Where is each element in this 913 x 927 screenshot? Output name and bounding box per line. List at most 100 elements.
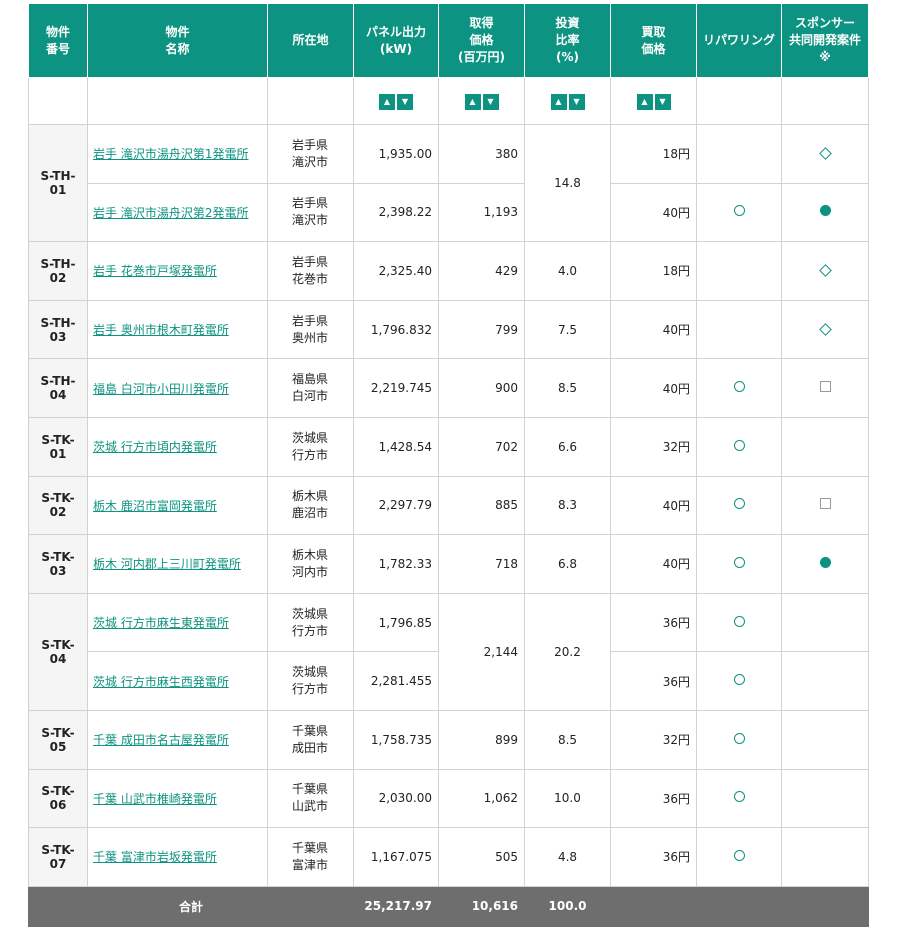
property-link[interactable]: 栃木 鹿沼市富岡発電所 — [93, 499, 217, 513]
location: 岩手県 奥州市 — [267, 299, 354, 360]
city: 鹿沼市 — [292, 506, 329, 521]
diamond-icon — [818, 322, 832, 336]
purchase-price: 18円 — [610, 241, 697, 301]
acquisition-price: 702 — [438, 416, 525, 477]
sort-asc-icon[interactable]: ▲ — [550, 93, 567, 110]
sort-fit: ▲ ▼ — [610, 77, 697, 125]
location: 福島県 白河市 — [267, 358, 354, 418]
property-link[interactable]: 茨城 行方市頃内発電所 — [93, 440, 217, 454]
portfolio-table: 物件 番号 物件 名称 所在地 パネル出力 (kW) 取得 価格 (百万円) 投資 比率 (%) 買取 価格… — [28, 3, 869, 927]
total-price: 10,616 — [438, 885, 525, 927]
investment-ratio: 14.8 — [524, 123, 611, 243]
table-row: S-TK-07 千葉 富津市岩坂発電所 千葉県 富津市 1,167.075 505 4.8 3… — [28, 827, 869, 887]
property-link[interactable]: 栃木 河内郡上三川町発電所 — [93, 557, 241, 571]
sponsor-joint — [781, 709, 869, 770]
prefecture: 茨城県 — [292, 606, 329, 621]
property-name: 福島 白河市小田川発電所 — [87, 358, 268, 418]
city: 河内市 — [292, 564, 329, 579]
prefecture: 福島県 — [292, 372, 329, 387]
sort-desc-icon[interactable]: ▼ — [654, 93, 671, 110]
prefecture: 栃木県 — [292, 489, 329, 504]
investment-ratio: 8.5 — [524, 358, 611, 418]
sort-asc-icon[interactable]: ▲ — [636, 93, 653, 110]
sponsor-joint — [781, 182, 869, 243]
property-name: 茨城 行方市頃内発電所 — [87, 416, 268, 477]
property-link[interactable]: 岩手 滝沢市湯舟沢第1発電所 — [93, 147, 248, 161]
prefecture: 茨城県 — [292, 665, 329, 680]
property-link[interactable]: 福島 白河市小田川発電所 — [93, 382, 229, 396]
property-name: 岩手 奥州市根木町発電所 — [87, 299, 268, 360]
sponsor-joint — [781, 124, 869, 184]
repowering — [696, 768, 782, 829]
panel-output: 2,398.22 — [353, 182, 439, 243]
prefecture: 岩手県 — [292, 254, 329, 269]
property-number: S-TK-05 — [28, 709, 88, 770]
property-link[interactable]: 岩手 花巻市戸塚発電所 — [93, 264, 217, 278]
purchase-price: 40円 — [610, 475, 697, 536]
property-name: 茨城 行方市麻生西発電所 — [87, 651, 268, 711]
column-header: 取得 価格 (百万円) — [438, 3, 525, 78]
panel-output: 1,782.33 — [353, 534, 439, 594]
circle-icon — [733, 381, 745, 393]
property-link[interactable]: 岩手 奥州市根木町発電所 — [93, 323, 229, 337]
sponsor-joint — [781, 299, 869, 360]
sort-asc-icon[interactable]: ▲ — [464, 93, 481, 110]
panel-output: 1,428.54 — [353, 416, 439, 477]
column-header: 買取 価格 — [610, 3, 697, 78]
sort-desc-icon[interactable]: ▼ — [568, 93, 585, 110]
column-header: パネル出力 (kW) — [353, 3, 439, 78]
table-row: S-TH-03 岩手 奥州市根木町発電所 岩手県 奥州市 1,796.832 799 7.5… — [28, 299, 869, 360]
property-number: S-TH-03 — [28, 299, 88, 360]
acquisition-price: 1,062 — [438, 768, 525, 829]
panel-output: 1,796.85 — [353, 592, 439, 653]
investment-ratio: 8.5 — [524, 709, 611, 770]
acquisition-price: 900 — [438, 358, 525, 418]
purchase-price: 18円 — [610, 124, 697, 184]
sort-desc-icon[interactable]: ▼ — [482, 93, 499, 110]
repowering — [696, 299, 782, 360]
column-header: 所在地 — [267, 3, 354, 78]
circle-icon — [733, 556, 745, 568]
panel-output: 2,219.745 — [353, 358, 439, 418]
city: 白河市 — [292, 389, 329, 404]
location: 岩手県 花巻市 — [267, 241, 354, 301]
repowering — [696, 416, 782, 477]
column-header: 物件 番号 — [28, 3, 88, 78]
prefecture: 岩手県 — [292, 137, 329, 152]
location: 栃木県 鹿沼市 — [267, 475, 354, 536]
acquisition-price: 429 — [438, 241, 525, 301]
total-row: 合計 25,217.97 10,616 100.0 — [28, 885, 869, 927]
diamond-icon — [818, 264, 832, 277]
property-link[interactable]: 千葉 富津市岩坂発電所 — [93, 850, 217, 864]
purchase-price: 40円 — [610, 358, 697, 418]
repowering — [696, 827, 782, 887]
dot-icon — [819, 205, 831, 217]
purchase-price: 36円 — [610, 827, 697, 887]
location: 栃木県 河内市 — [267, 534, 354, 594]
purchase-price: 32円 — [610, 709, 697, 770]
sort-asc-icon[interactable]: ▲ — [379, 93, 395, 110]
sponsor-joint — [781, 592, 869, 653]
property-number: S-TH-01 — [28, 123, 88, 243]
investment-ratio: 4.8 — [524, 827, 611, 887]
property-link[interactable]: 千葉 成田市名古屋発電所 — [93, 733, 229, 747]
table-row: S-TH-04 福島 白河市小田川発電所 福島県 白河市 2,219.745 900 8.5… — [28, 358, 869, 418]
property-link[interactable]: 茨城 行方市麻生西発電所 — [93, 675, 229, 689]
sponsor-joint — [781, 241, 869, 301]
prefecture: 千葉県 — [292, 723, 329, 738]
purchase-price: 36円 — [610, 651, 697, 711]
purchase-price: 36円 — [610, 592, 697, 653]
sort-desc-icon[interactable]: ▼ — [397, 93, 413, 110]
panel-output: 1,167.075 — [353, 827, 439, 887]
property-link[interactable]: 茨城 行方市麻生東発電所 — [93, 616, 229, 630]
table-row: S-TK-01 茨城 行方市頃内発電所 茨城県 行方市 1,428.54 702 6.6 32… — [28, 416, 869, 477]
sponsor-joint — [781, 827, 869, 887]
property-link[interactable]: 千葉 山武市椎崎発電所 — [93, 792, 217, 806]
property-number: S-TK-06 — [28, 768, 88, 829]
column-header: リパワリング — [696, 3, 782, 78]
property-link[interactable]: 岩手 滝沢市湯舟沢第2発電所 — [93, 206, 248, 220]
property-name: 岩手 花巻市戸塚発電所 — [87, 241, 268, 301]
column-header: 投資 比率 (%) — [524, 3, 611, 78]
property-number: S-TK-01 — [28, 416, 88, 477]
property-name: 千葉 富津市岩坂発電所 — [87, 827, 268, 887]
